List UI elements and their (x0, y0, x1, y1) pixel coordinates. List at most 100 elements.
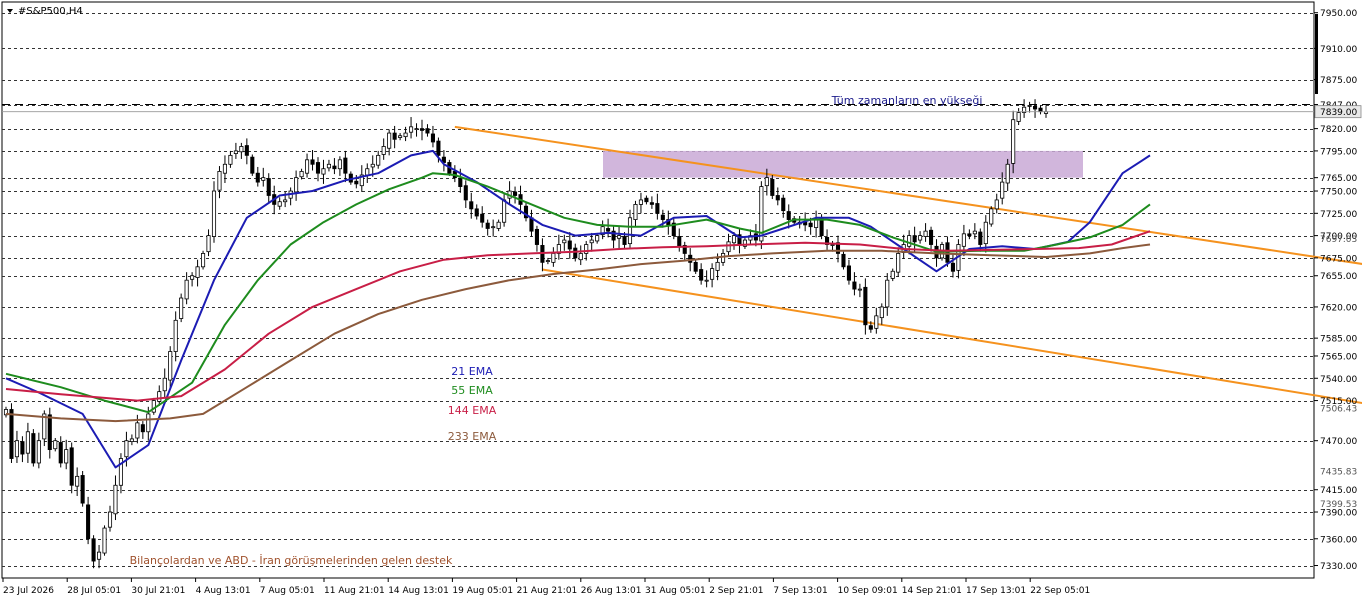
candle-body (819, 218, 824, 237)
candle-body (9, 409, 14, 459)
candle-body (502, 199, 507, 223)
candle-body (770, 179, 775, 196)
candle-body (638, 199, 643, 205)
symbol-title: #S&P500,H4 (18, 6, 83, 17)
candle-body (649, 202, 654, 205)
candle-body (69, 447, 74, 486)
candle-body (721, 253, 726, 263)
resistance-zone (603, 150, 1083, 178)
candle-body (830, 244, 835, 246)
candle-body (485, 222, 490, 229)
candle-body (47, 414, 52, 451)
time-label: 30 Jul 21:01 (131, 586, 185, 596)
candle-body (398, 135, 403, 138)
candle-body (562, 239, 567, 244)
time-label: 23 Jul 2026 (3, 586, 54, 596)
candle-body (989, 208, 994, 225)
candle-body (58, 442, 63, 464)
candle-body (627, 217, 633, 245)
price-label-minor: 7435.83 (1320, 468, 1357, 478)
candle-body (64, 449, 69, 464)
ema-legend-label: 233 EMA (448, 430, 497, 443)
candle-body (332, 165, 337, 170)
candle-body (775, 195, 780, 201)
price-label: 7565.00 (1320, 352, 1357, 362)
candle-body (710, 268, 715, 280)
candle-body (157, 391, 162, 402)
candle-body (929, 229, 934, 245)
price-chart[interactable]: 21 EMA 55 EMA 144 EMA 233 EMA Tüm zamanların… (0, 0, 1362, 603)
candle-body (387, 132, 392, 149)
candle-body (852, 281, 857, 290)
candle-body (983, 221, 988, 245)
candle-body (606, 228, 611, 232)
price-label: 7950.00 (1320, 9, 1357, 19)
candle-body (436, 140, 441, 156)
candle-body (80, 475, 85, 504)
candle-body (688, 254, 693, 263)
candle-body (414, 128, 419, 131)
ema-legend-label: 55 EMA (451, 384, 493, 397)
candle-body (305, 159, 310, 174)
candle-body (403, 132, 408, 138)
candle-body (589, 239, 594, 244)
candle-body (595, 235, 600, 242)
candle-body (75, 475, 80, 487)
candle-body (463, 185, 468, 201)
candle-body (874, 315, 879, 329)
candle-body (945, 242, 950, 263)
candle-body (294, 177, 299, 193)
price-label: 7820.00 (1320, 125, 1357, 135)
candle-body (1027, 105, 1032, 107)
candle-body (545, 260, 550, 262)
candle-body (135, 422, 140, 439)
time-label: 31 Aug 05:01 (645, 586, 706, 596)
candle-body (912, 235, 917, 243)
time-label: 2 Sep 21:01 (709, 586, 763, 596)
candle-body (677, 236, 682, 247)
candle-body (343, 157, 348, 174)
candle-body (972, 230, 977, 235)
candle-body (381, 146, 386, 155)
candle-body (1033, 105, 1038, 110)
candle-body (179, 297, 184, 319)
candle-body (534, 228, 539, 245)
candle-body (1000, 181, 1005, 199)
price-label: 7620.00 (1320, 303, 1357, 313)
price-scroll-bar (1315, 14, 1318, 94)
price-label: 7910.00 (1320, 45, 1357, 55)
candle-body (283, 199, 288, 203)
candle-body (967, 233, 972, 237)
candle-body (376, 154, 381, 166)
candle-body (233, 150, 238, 154)
candle-body (365, 168, 370, 176)
candle-body (879, 306, 884, 319)
candle-body (190, 275, 195, 280)
candle-body (392, 132, 397, 140)
candle-body (814, 219, 819, 228)
candle-body (217, 171, 222, 191)
candle-body (961, 233, 966, 247)
candle-body (918, 235, 923, 241)
candle-body (25, 431, 30, 454)
candle-body (660, 214, 665, 220)
candle-body (168, 351, 173, 381)
candle-body (113, 484, 118, 515)
price-label: 7750.00 (1320, 188, 1357, 198)
ema-legend-label: 144 EMA (448, 404, 497, 417)
chart-window[interactable]: 21 EMA 55 EMA 144 EMA 233 EMA Tüm zamanların… (0, 0, 1362, 603)
candle-body (425, 128, 430, 134)
time-label: 28 Jul 05:01 (67, 586, 121, 596)
price-label-minor: 7399.53 (1320, 500, 1357, 510)
candle-body (14, 440, 19, 458)
candle-body (244, 145, 249, 156)
candle-body (315, 162, 321, 174)
candle-body (107, 511, 113, 528)
time-label: 4 Aug 13:01 (196, 586, 251, 596)
candle-body (228, 154, 233, 165)
candle-body (644, 197, 649, 203)
candle-body (480, 213, 485, 223)
candle-body (885, 279, 890, 308)
candle-body (994, 199, 999, 210)
candle-body (978, 231, 983, 245)
